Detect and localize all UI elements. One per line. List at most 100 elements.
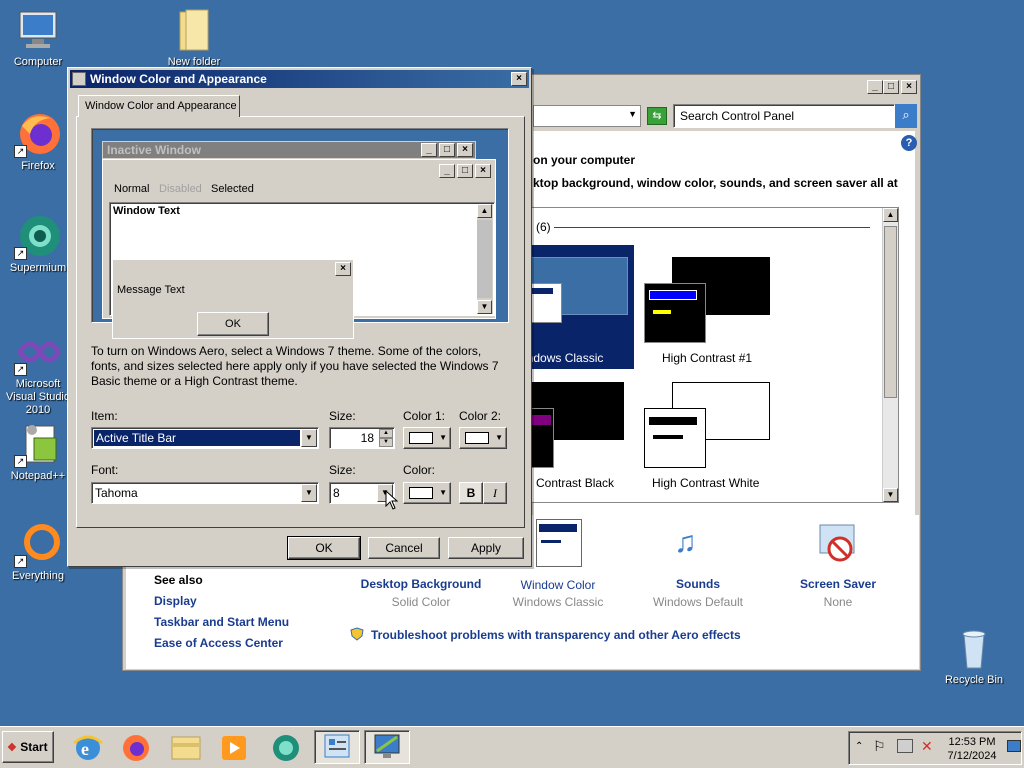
dialog-close-button[interactable]: × xyxy=(511,72,527,86)
dialog-title-bar[interactable]: Window Color and Appearance × xyxy=(70,70,529,88)
font-size-value: 8 xyxy=(333,486,340,500)
screen-saver-icon xyxy=(818,523,858,563)
scroll-down-icon[interactable]: ▼ xyxy=(883,488,898,502)
maximize-button[interactable]: □ xyxy=(883,80,899,94)
taskbar-media-player-icon[interactable] xyxy=(214,731,254,765)
search-placeholder: Search Control Panel xyxy=(680,109,795,123)
desktop-icon-computer[interactable]: Computer xyxy=(0,6,76,69)
network-icon[interactable] xyxy=(897,739,913,753)
link-display[interactable]: Display xyxy=(154,594,197,608)
color2-swatch xyxy=(465,432,489,444)
chevron-down-icon[interactable]: ▼ xyxy=(301,484,317,502)
scrollbar-thumb[interactable] xyxy=(884,226,897,398)
preview-menu-selected: Selected xyxy=(211,183,254,195)
theme-windows-classic[interactable]: indows Classic xyxy=(524,245,634,369)
preview-inactive-label: Inactive Window xyxy=(107,143,201,157)
theme-high-contrast-white[interactable]: High Contrast White xyxy=(644,382,784,494)
theme-list-scrollbar[interactable]: ▲ ▼ xyxy=(882,208,898,502)
taskbar-display-settings-button[interactable] xyxy=(364,730,410,764)
desktop-icon-label: Computer xyxy=(13,56,63,68)
theme-label: indows Classic xyxy=(524,351,604,365)
font-select[interactable]: Tahoma ▼ xyxy=(91,482,319,504)
color1-swatch xyxy=(409,432,433,444)
spin-up-icon[interactable]: ▲ xyxy=(379,429,393,438)
start-label: Start xyxy=(20,740,48,754)
help-icon[interactable]: ? xyxy=(901,135,917,151)
color2-picker[interactable]: ▼ xyxy=(459,427,507,449)
refresh-icon[interactable]: ⇆ xyxy=(647,107,667,125)
chevron-down-icon: ▼ xyxy=(439,433,447,442)
preview-inactive-title: Inactive Window _ □ × xyxy=(102,141,476,159)
flag-icon[interactable]: ⚐ xyxy=(873,738,886,755)
cancel-button[interactable]: Cancel xyxy=(368,537,440,559)
theme-list: (6) indows Classic High Contrast #1 h Co… xyxy=(523,207,899,503)
taskbar-firefox-icon[interactable] xyxy=(116,731,156,765)
theme-high-contrast-black[interactable]: h Contrast Black xyxy=(524,382,634,494)
windows-logo-icon: ❖ xyxy=(7,742,17,754)
search-icon[interactable]: ⌕ xyxy=(895,104,917,128)
italic-button[interactable]: I xyxy=(483,482,507,504)
chevron-down-icon: ▼ xyxy=(495,433,503,442)
item-screen-saver[interactable]: Screen Saver None xyxy=(778,515,898,611)
apply-button[interactable]: Apply xyxy=(448,537,524,559)
search-input[interactable]: Search Control Panel xyxy=(673,104,895,128)
theme-high-contrast-1[interactable]: High Contrast #1 xyxy=(644,245,780,369)
desktop-icon-visual-studio[interactable]: ↗ Microsoft Visual Studio 2010 xyxy=(0,328,76,417)
taskbar-ie-icon[interactable]: e xyxy=(68,731,108,765)
scroll-up-icon[interactable]: ▲ xyxy=(883,208,898,222)
link-taskbar[interactable]: Taskbar and Start Menu xyxy=(154,615,289,629)
desktop-icon-notepadpp[interactable]: ↗ Notepad++ xyxy=(0,420,76,483)
dialog-title: Window Color and Appearance xyxy=(90,72,267,86)
group-divider xyxy=(554,227,870,228)
window-color-icon xyxy=(536,519,582,567)
chevron-down-icon: ▼ xyxy=(628,109,637,119)
taskbar-supermium-icon[interactable] xyxy=(266,731,306,765)
item-value: Windows Default xyxy=(652,595,744,609)
taskbar-control-panel-button[interactable] xyxy=(314,730,360,764)
desktop-icon-label: Recycle Bin xyxy=(944,674,1004,686)
address-bar[interactable]: ▼ xyxy=(533,105,641,127)
desktop-icon-new-folder[interactable]: New folder xyxy=(156,6,232,69)
font-size-label: Size: xyxy=(329,463,356,477)
link-troubleshoot[interactable]: Troubleshoot problems with transparency … xyxy=(371,628,741,642)
item-value: Active Title Bar xyxy=(94,430,300,446)
start-button[interactable]: ❖ Start xyxy=(2,731,54,763)
item-sounds[interactable]: ♫ Sounds Windows Default xyxy=(638,515,758,611)
desktop-icon-label: Microsoft Visual Studio 2010 xyxy=(5,378,70,416)
desktop-icon-everything[interactable]: ↗ Everything xyxy=(0,520,76,583)
desktop-icon-label: Everything xyxy=(12,570,64,582)
size-stepper[interactable]: 18 ▲ ▼ xyxy=(329,427,395,449)
size-value: 18 xyxy=(360,431,374,445)
desktop-icon-recycle-bin[interactable]: Recycle Bin xyxy=(936,624,1012,687)
volume-muted-icon[interactable]: ✕ xyxy=(921,738,933,755)
appearance-preview[interactable]: Inactive Window _ □ × _ □ × Normal Disab… xyxy=(91,128,509,339)
monitor-icon xyxy=(374,734,400,758)
desktop-icon-supermium[interactable]: ↗ Supermium xyxy=(0,212,76,275)
dialog-app-icon xyxy=(72,72,86,86)
show-hidden-icons-icon[interactable]: ⌃ xyxy=(855,741,863,752)
show-desktop-icon[interactable] xyxy=(1007,740,1021,752)
chevron-down-icon[interactable]: ▼ xyxy=(301,429,317,447)
ok-button[interactable]: OK xyxy=(287,536,361,560)
item-select[interactable]: Active Title Bar ▼ xyxy=(91,427,319,449)
item-label: Item: xyxy=(91,409,118,423)
desktop-icon-firefox[interactable]: ↗ Firefox xyxy=(0,110,76,173)
font-color-picker[interactable]: ▼ xyxy=(403,482,451,504)
tab-window-color[interactable]: Window Color and Appearance xyxy=(78,95,240,117)
size-label: Size: xyxy=(329,409,356,423)
group-header: (6) xyxy=(536,220,551,234)
clock[interactable]: 12:53 PM 7/12/2024 xyxy=(937,735,1007,763)
taskbar-explorer-icon[interactable] xyxy=(166,731,206,765)
minimize-button[interactable]: _ xyxy=(867,80,883,94)
bold-button[interactable]: B xyxy=(459,482,483,504)
shield-icon xyxy=(350,627,364,641)
theme-label: High Contrast #1 xyxy=(662,351,753,365)
tab-panel: Inactive Window _ □ × _ □ × Normal Disab… xyxy=(76,116,525,528)
visual-studio-icon: ↗ xyxy=(14,328,62,376)
spin-down-icon[interactable]: ▼ xyxy=(379,438,393,447)
preview-ok-button: OK xyxy=(197,312,269,336)
color1-picker[interactable]: ▼ xyxy=(403,427,451,449)
tab-label: Window Color and Appearance xyxy=(85,100,237,112)
close-button[interactable]: × xyxy=(901,80,917,94)
link-ease-of-access[interactable]: Ease of Access Center xyxy=(154,636,283,650)
